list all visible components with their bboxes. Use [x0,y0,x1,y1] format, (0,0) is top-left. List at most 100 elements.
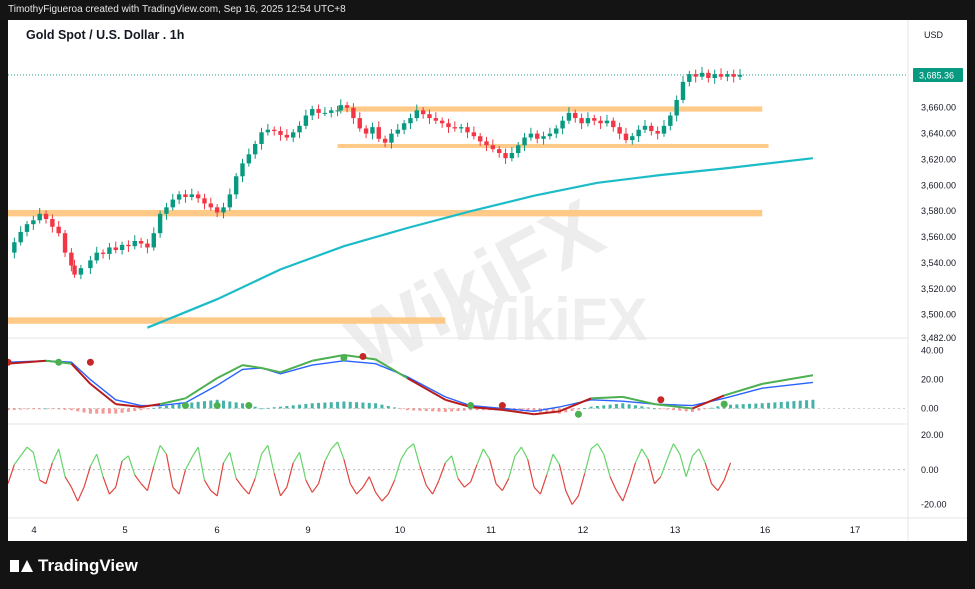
histogram-bar [12,408,16,410]
candle-body [725,74,730,77]
histogram-bar [209,400,213,409]
time-tick-label: 10 [395,525,406,536]
crossover-marker [498,402,506,410]
histogram-bar [811,399,815,409]
histogram-bar [88,408,92,414]
attribution-text: TimothyFigueroa created with TradingView… [8,4,346,15]
histogram-bar [57,408,61,410]
candle-body [37,213,42,221]
histogram-bar [253,406,257,409]
candle-body [145,243,150,248]
candle-body [62,233,68,253]
candle-body [446,123,451,128]
histogram-bar [665,408,669,410]
histogram-bar [697,408,701,411]
histogram-bar [380,404,384,409]
candle-body [611,120,616,128]
candle-body [189,194,195,197]
tradingview-logo[interactable]: TradingView [10,556,138,576]
candle-body [18,231,23,243]
histogram-bar [38,408,42,410]
candle-body [183,194,188,197]
candle-body [72,265,77,275]
momentum-tick-label: -20.00 [921,500,947,510]
candle-body [477,136,483,142]
oscillator-tick-label: 40.00 [921,346,944,356]
histogram-bar [164,405,168,409]
histogram-bar [570,408,574,411]
candle-body [335,110,340,112]
candle-body [88,260,93,269]
candle-body [170,199,175,208]
histogram-bar [779,401,783,409]
candle-body [541,136,546,139]
histogram-bar [583,408,587,409]
histogram-bar [767,402,771,409]
candle-body [370,127,375,134]
histogram-bar [602,405,606,409]
currency-label: USD [924,30,944,40]
histogram-bar [729,404,733,409]
candle-body [668,115,673,126]
candle-body [427,114,432,119]
candle-body [693,74,698,77]
candle-body [389,133,394,143]
candle-body [509,153,515,159]
candle-body [471,132,477,137]
candle-body [227,194,233,208]
chart-panel: WikiFX WikiFX 3,660.00 3,640.00 3,620.00 3,… [8,20,967,541]
tradingview-logo-icon [10,560,33,572]
candle-body [100,252,106,254]
candle-body [560,120,565,129]
histogram-bar [627,404,631,409]
histogram-bar [19,408,23,410]
crossover-marker [55,358,63,366]
candle-body [43,213,49,219]
histogram-bar [202,401,206,409]
footer-bar [0,541,975,589]
histogram-bar [450,408,454,412]
candle-body [439,120,445,124]
histogram-bar [317,402,321,409]
candle-body [573,112,578,119]
histogram-bar [652,408,656,410]
histogram-bar [260,408,264,410]
candle-body [252,143,258,155]
candle-body [630,136,635,141]
candle-body [496,149,502,154]
time-tick-label: 13 [670,525,681,536]
candle-body [157,213,163,234]
histogram-bar [177,404,181,409]
histogram-bar [760,403,764,409]
histogram-bar [589,406,593,409]
histogram-bar [621,403,625,409]
histogram-bar [456,408,460,412]
histogram-bar [633,405,637,409]
time-tick-label: 11 [486,525,496,536]
histogram-bar [792,401,796,409]
candle-body [706,72,711,78]
candle-body [297,125,302,133]
chart-canvas[interactable]: WikiFX WikiFX 3,660.003,640.003,620.003,… [8,20,967,541]
price-tick-label: 3,520.00 [921,284,956,294]
time-tick-label: 16 [760,525,771,536]
price-tick-label: 3,500.00 [921,310,956,320]
histogram-bar [361,402,365,409]
histogram-bar [710,407,714,409]
candle-body [712,74,717,78]
zone-3 [8,317,446,324]
histogram-bar [107,408,111,414]
histogram-bar [323,402,327,409]
candle-body [623,133,629,141]
zone-2 [8,209,763,217]
histogram-bar [234,402,238,409]
candle-body [420,110,426,115]
candle-body [126,244,131,247]
histogram-bar [95,408,99,414]
histogram-bar [304,403,308,409]
oscillator-tick-label: 20.00 [921,375,944,385]
histogram-bar [120,408,124,413]
candle-body [579,118,584,124]
price-tick-label: 3,580.00 [921,206,956,216]
histogram-bar [133,408,137,412]
